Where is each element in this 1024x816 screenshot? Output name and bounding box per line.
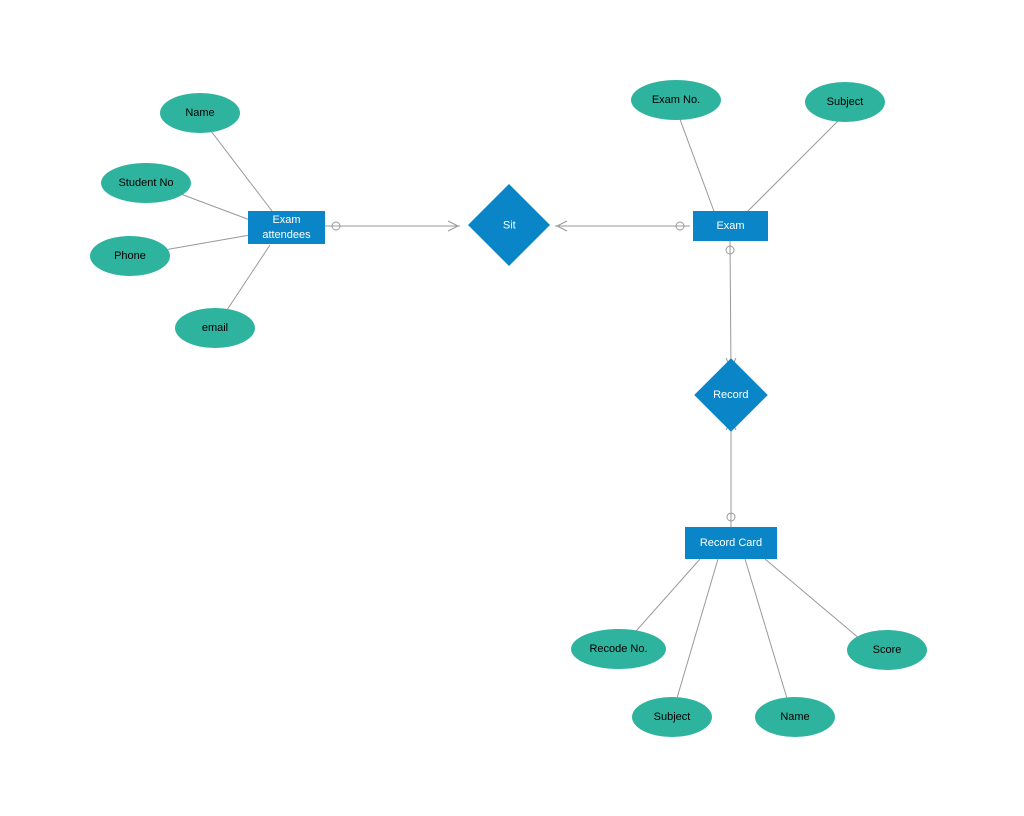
attribute-label: email	[202, 322, 228, 334]
attribute-name: Name	[160, 93, 240, 133]
relationship-label: Sit	[503, 219, 516, 231]
attribute-label: Student No	[118, 177, 173, 189]
attribute-label: Score	[873, 644, 902, 656]
attribute-label: Subject	[827, 96, 864, 108]
attribute-label: Name	[185, 107, 214, 119]
attribute-subject: Subject	[805, 82, 885, 122]
attribute-phone: Phone	[90, 236, 170, 276]
attribute-recode-no: Recode No.	[571, 629, 666, 669]
attribute-exam-no: Exam No.	[631, 80, 721, 120]
attribute-email: email	[175, 308, 255, 348]
attribute-label: Exam No.	[652, 94, 700, 106]
connector-lines	[0, 0, 1024, 816]
entity-exam: Exam	[693, 211, 768, 241]
attribute-score: Score	[847, 630, 927, 670]
attribute-label: Name	[780, 711, 809, 723]
entity-exam-attendees: Exam attendees	[248, 211, 325, 244]
entity-record-card: Record Card	[685, 527, 777, 559]
attribute-label: Subject	[654, 711, 691, 723]
entity-label: Exam	[716, 219, 744, 233]
attribute-label: Phone	[114, 250, 146, 262]
attribute-student-no: Student No	[101, 163, 191, 203]
attribute-label: Recode No.	[589, 643, 647, 655]
attribute-name2: Name	[755, 697, 835, 737]
attribute-subject2: Subject	[632, 697, 712, 737]
entity-label: Exam attendees	[256, 213, 317, 242]
entity-label: Record Card	[700, 536, 762, 550]
relationship-label: Record	[713, 389, 748, 401]
